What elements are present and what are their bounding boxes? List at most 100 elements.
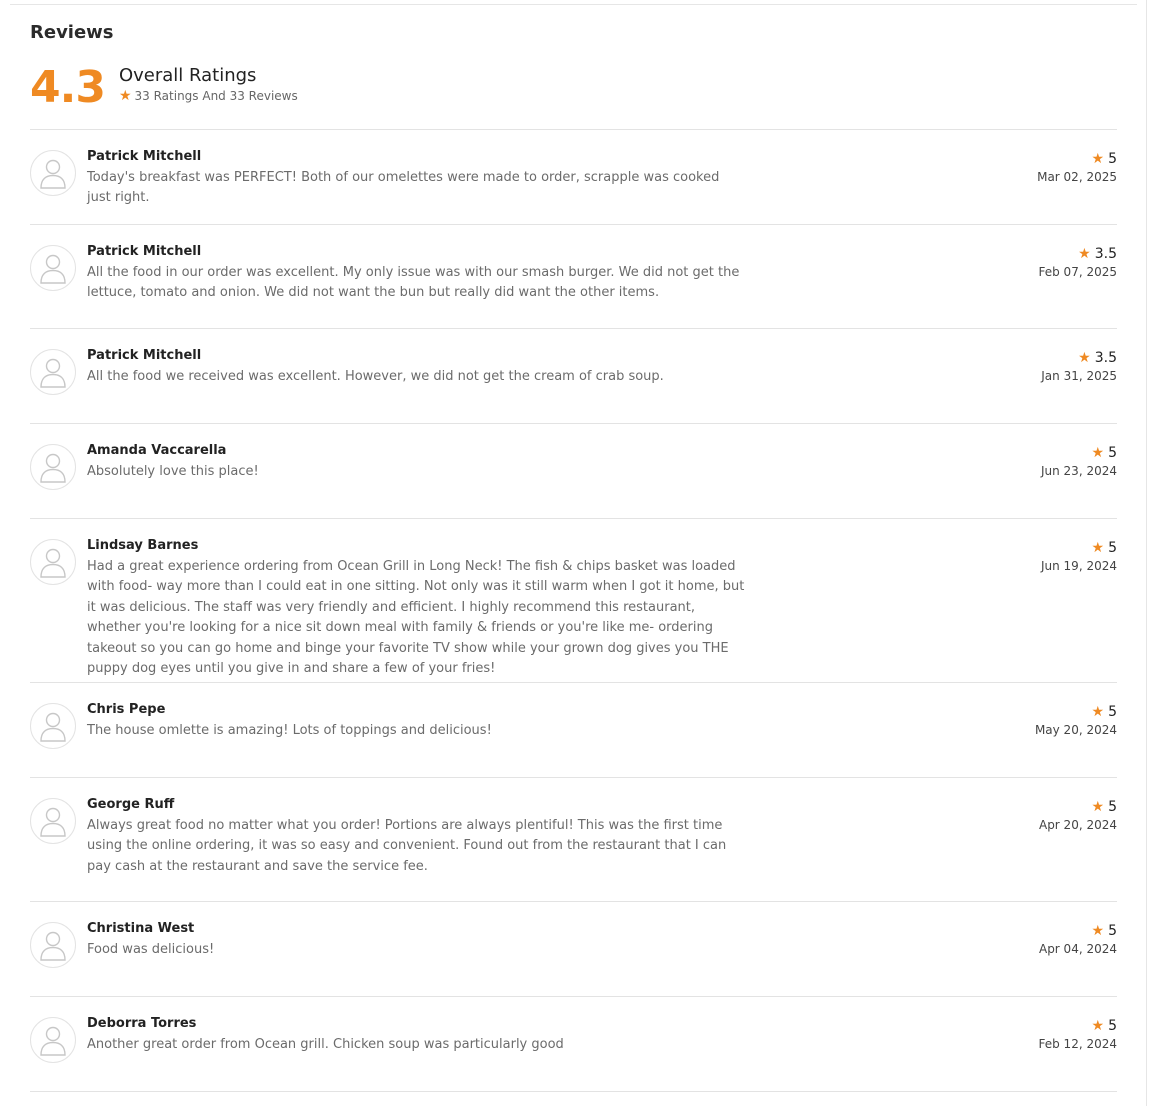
review-rating: ★ 5 [1039, 798, 1117, 816]
review-body: Deborra Torres Another great order from … [87, 1015, 747, 1055]
reviewer-name: Patrick Mitchell [87, 244, 202, 259]
reviewer-name: George Ruff [87, 797, 175, 812]
star-icon: ★ [1091, 1018, 1105, 1034]
review-date: Mar 02, 2025 [1037, 170, 1117, 184]
review-item: Christina West Food was delicious! ★ 5 A… [30, 902, 1117, 997]
review-item: George Ruff Always great food no matter … [30, 778, 1117, 902]
review-rating: ★ 5 [1037, 150, 1117, 168]
review-item: Patrick Mitchell All the food in our ord… [30, 225, 1117, 329]
user-avatar-icon [30, 922, 76, 968]
star-icon: ★ [1091, 540, 1105, 556]
user-avatar-icon [30, 703, 76, 749]
review-rating: ★ 5 [1035, 703, 1117, 721]
review-date: Feb 12, 2024 [1038, 1037, 1118, 1051]
summary-title: Overall Ratings [118, 65, 257, 86]
review-item: Patrick Mitchell All the food we receive… [30, 329, 1117, 424]
review-body: Christina West Food was delicious! [87, 920, 747, 960]
review-body: Amanda Vaccarella Absolutely love this p… [87, 442, 747, 482]
review-item: Deborra Torres Another great order from … [30, 997, 1117, 1092]
review-meta: ★ 5 Apr 20, 2024 [1039, 798, 1117, 832]
review-meta: ★ 3.5 Jan 31, 2025 [1041, 349, 1117, 383]
reviewer-name: Christina West [87, 921, 195, 936]
review-text: Absolutely love this place! [87, 464, 259, 479]
review-item: Chris Pepe The house omlette is amazing!… [30, 683, 1117, 778]
review-item: Patrick Mitchell Today's breakfast was P… [30, 130, 1117, 225]
review-body: Patrick Mitchell Today's breakfast was P… [87, 148, 747, 209]
star-icon: ★ [1078, 350, 1091, 366]
review-rating: ★ 5 [1039, 1017, 1117, 1035]
reviewer-name: Amanda Vaccarella [87, 443, 227, 458]
review-list: Patrick Mitchell Today's breakfast was P… [30, 129, 1117, 1092]
reviewer-name: Patrick Mitchell [87, 149, 202, 164]
user-avatar-icon [30, 1017, 76, 1063]
review-rating: ★ 3.5 [1039, 245, 1117, 263]
review-meta: ★ 3.5 Feb 07, 2025 [1039, 245, 1118, 279]
rating-summary: 4.3 Overall Ratings ★ 33 Ratings And 33 … [30, 60, 298, 116]
ratings-count-text: 33 Ratings And 33 Reviews [134, 89, 298, 103]
star-icon: ★ [118, 88, 132, 104]
review-rating: ★ 5 [1041, 539, 1117, 557]
review-date: Apr 20, 2024 [1038, 818, 1117, 832]
reviewer-name: Lindsay Barnes [87, 538, 199, 553]
review-rating: ★ 5 [1041, 444, 1117, 462]
review-text: All the food we received was excellent. … [87, 369, 664, 384]
reviewer-name: Chris Pepe [87, 702, 166, 717]
star-icon: ★ [1091, 445, 1105, 461]
top-divider [10, 4, 1137, 5]
review-body: George Ruff Always great food no matter … [87, 796, 747, 877]
reviewer-name: Deborra Torres [87, 1016, 197, 1031]
overall-score: 4.3 [30, 62, 106, 113]
user-avatar-icon [30, 150, 76, 196]
review-body: Chris Pepe The house omlette is amazing!… [87, 701, 747, 741]
review-date: Jun 23, 2024 [1040, 464, 1117, 478]
rating-value: 5 [1108, 445, 1117, 461]
review-meta: ★ 5 Jun 23, 2024 [1041, 444, 1117, 478]
review-meta: ★ 5 Apr 04, 2024 [1039, 922, 1117, 956]
review-text: Food was delicious! [87, 942, 215, 957]
review-text: Today's breakfast was PERFECT! Both of o… [87, 170, 720, 206]
review-text: Always great food no matter what you ord… [87, 818, 727, 874]
rating-value: 5 [1108, 704, 1117, 720]
rating-value: 5 [1108, 151, 1117, 167]
rating-value: 3.5 [1094, 350, 1117, 366]
review-text: Another great order from Ocean grill. Ch… [87, 1037, 564, 1052]
review-rating: ★ 5 [1039, 922, 1117, 940]
user-avatar-icon [30, 349, 76, 395]
review-text: Had a great experience ordering from Oce… [87, 559, 745, 677]
review-meta: ★ 5 Mar 02, 2025 [1037, 150, 1117, 184]
review-meta: ★ 5 Feb 12, 2024 [1039, 1017, 1118, 1051]
star-icon: ★ [1091, 704, 1105, 720]
star-icon: ★ [1078, 246, 1091, 262]
star-icon: ★ [1091, 151, 1105, 167]
rating-value: 5 [1108, 923, 1117, 939]
section-title: Reviews [30, 22, 114, 43]
summary-text: Overall Ratings ★ 33 Ratings And 33 Revi… [119, 60, 298, 103]
rating-value: 3.5 [1094, 246, 1117, 262]
review-date: May 20, 2024 [1034, 723, 1117, 737]
review-body: Patrick Mitchell All the food we receive… [87, 347, 747, 387]
star-icon: ★ [1091, 923, 1105, 939]
review-body: Patrick Mitchell All the food in our ord… [87, 243, 747, 304]
review-text: All the food in our order was excellent.… [87, 265, 740, 301]
reviewer-name: Patrick Mitchell [87, 348, 202, 363]
user-avatar-icon [30, 245, 76, 291]
review-date: Feb 07, 2025 [1038, 265, 1118, 279]
review-date: Jun 19, 2024 [1040, 559, 1117, 573]
right-border [1146, 0, 1147, 1106]
review-meta: ★ 5 Jun 19, 2024 [1041, 539, 1117, 573]
rating-value: 5 [1108, 540, 1117, 556]
review-item: Lindsay Barnes Had a great experience or… [30, 519, 1117, 683]
review-date: Jan 31, 2025 [1041, 369, 1117, 383]
review-body: Lindsay Barnes Had a great experience or… [87, 537, 747, 679]
review-date: Apr 04, 2024 [1038, 942, 1117, 956]
user-avatar-icon [30, 798, 76, 844]
review-rating: ★ 3.5 [1041, 349, 1117, 367]
rating-value: 5 [1108, 799, 1117, 815]
user-avatar-icon [30, 539, 76, 585]
review-item: Amanda Vaccarella Absolutely love this p… [30, 424, 1117, 519]
user-avatar-icon [30, 444, 76, 490]
review-meta: ★ 5 May 20, 2024 [1035, 703, 1117, 737]
review-text: The house omlette is amazing! Lots of to… [87, 723, 492, 738]
summary-subtitle: ★ 33 Ratings And 33 Reviews [119, 89, 298, 103]
rating-value: 5 [1108, 1018, 1117, 1034]
